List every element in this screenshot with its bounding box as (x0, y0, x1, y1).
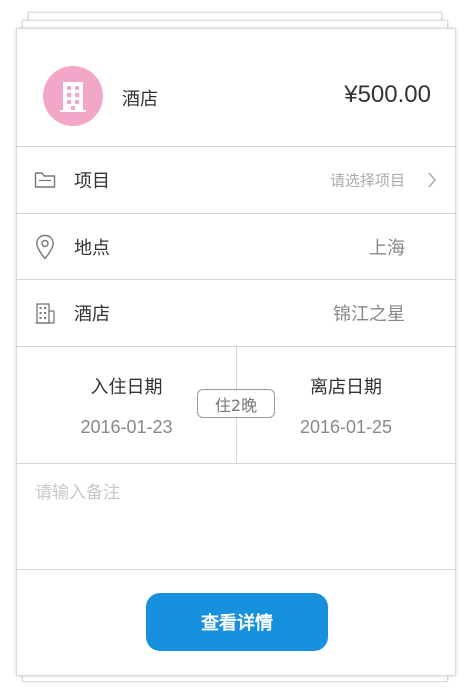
hotel-row[interactable]: 酒店 锦江之星 (17, 280, 455, 347)
project-row[interactable]: 项目 请选择项目 (17, 147, 455, 214)
hotel-building-icon (43, 66, 103, 126)
location-pin-icon (34, 234, 56, 260)
view-details-button[interactable]: 查看详情 (146, 593, 328, 651)
project-label: 项目 (74, 171, 110, 192)
date-range: 入住日期 2016-01-23 离店日期 2016-01-25 住2晚 (17, 347, 455, 464)
chevron-right-icon (425, 170, 439, 190)
nights-badge: 住2晚 (197, 389, 275, 418)
location-value: 上海 (369, 237, 405, 259)
location-label: 地点 (74, 237, 110, 259)
card-header: 酒店 ¥500.00 (17, 29, 455, 147)
expense-amount: ¥500.00 (344, 81, 431, 108)
notes-section (17, 464, 455, 570)
checkout-value: 2016-01-25 (299, 417, 393, 437)
expense-type-title: 酒店 (122, 89, 158, 110)
folder-icon (34, 168, 56, 192)
expense-card: 酒店 ¥500.00 项目 请选择项目 地点 上海 酒店 锦江之星 入住日期 2… (16, 28, 456, 676)
building-icon (34, 301, 56, 325)
hotel-label: 酒店 (74, 304, 110, 325)
hotel-value: 锦江之星 (333, 304, 405, 325)
project-value: 请选择项目 (329, 171, 405, 190)
notes-input[interactable] (35, 478, 435, 558)
location-row[interactable]: 地点 上海 (17, 214, 455, 280)
checkin-value: 2016-01-23 (80, 417, 173, 437)
